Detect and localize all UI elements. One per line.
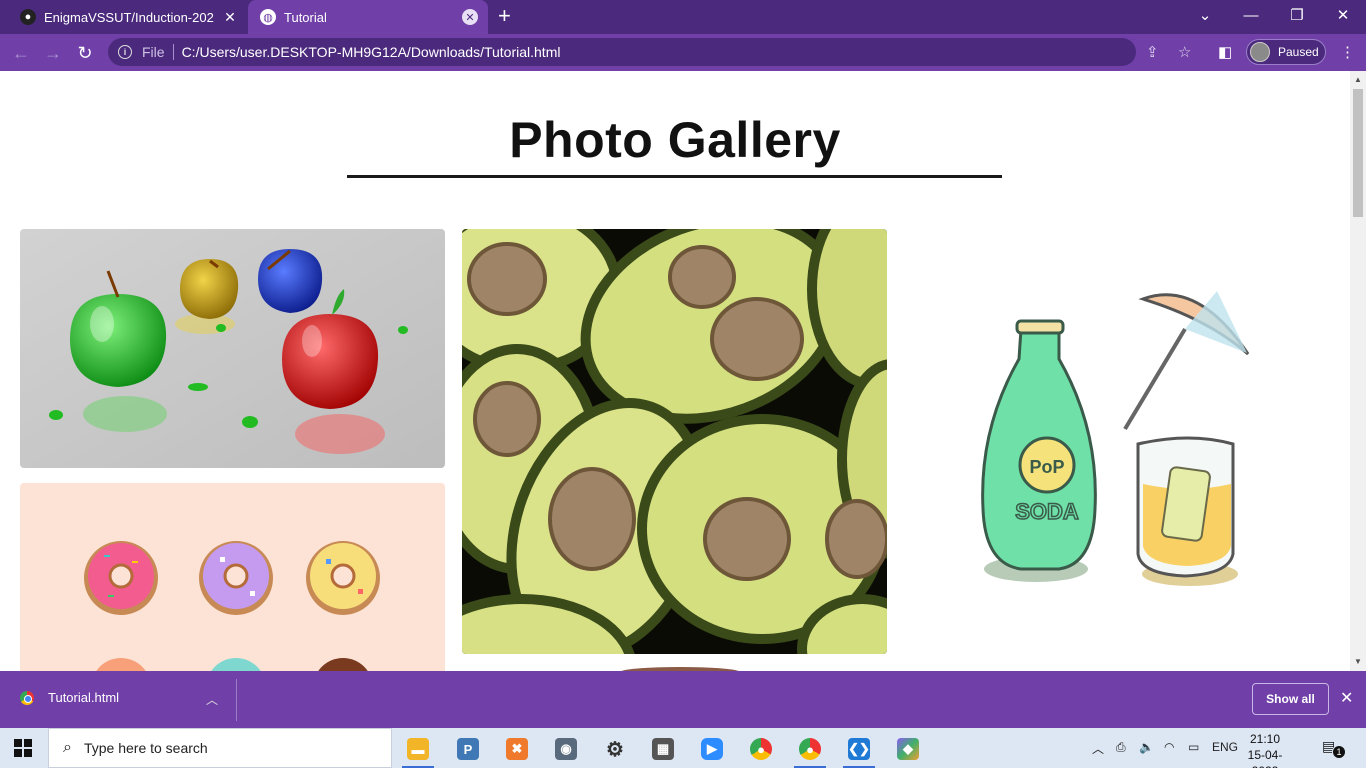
search-icon: ⌕ [63, 739, 72, 756]
svg-text:SODA: SODA [1015, 499, 1079, 524]
close-window-button[interactable]: ✕ [1320, 0, 1366, 30]
chrome-app[interactable]: ● [741, 734, 781, 764]
windows-start-button[interactable] [14, 739, 32, 757]
settings-app[interactable]: ⚙ [595, 734, 635, 764]
folder-icon: ▬ [407, 738, 429, 760]
menu-kebab-icon[interactable]: ⋮ [1340, 43, 1355, 61]
camera-app[interactable]: ◉ [546, 734, 586, 764]
url-scheme-label: File [142, 44, 165, 60]
chrome-file-icon [20, 690, 34, 705]
battery-icon[interactable]: ▭ [1188, 740, 1199, 754]
scroll-up-icon[interactable]: ▲ [1354, 75, 1362, 84]
minimize-button[interactable]: — [1228, 0, 1274, 30]
clock-date: 15-04-2022 [1247, 748, 1283, 768]
gallery-image-avocados[interactable] [462, 229, 887, 654]
xampp-app[interactable]: ✖ [497, 734, 537, 764]
calculator-icon: ▦ [652, 738, 674, 760]
page-scrollbar[interactable]: ▲ ▼ [1350, 71, 1366, 671]
zoom-app[interactable]: ▶ [692, 734, 732, 764]
download-file-name: Tutorial.html [48, 690, 120, 705]
gallery-image-pop-soda[interactable]: PoP SODA [903, 229, 1328, 654]
notification-badge: 1 [1332, 745, 1346, 759]
page-title: Photo Gallery [0, 111, 1350, 169]
address-bar[interactable]: i File C:/Users/user.DESKTOP-MH9G12A/Dow… [108, 38, 1191, 66]
restore-button[interactable]: ❐ [1274, 0, 1320, 30]
divider [172, 44, 174, 60]
back-button[interactable]: ← [8, 40, 34, 66]
url-text[interactable]: C:/Users/user.DESKTOP-MH9G12A/Downloads/… [182, 44, 561, 60]
meet-now-icon[interactable]: ⎙ [1116, 740, 1126, 755]
gallery-image-apples[interactable] [20, 229, 445, 468]
github-icon: ● [20, 9, 36, 25]
chrome-icon: ● [799, 738, 821, 760]
git-app[interactable]: ◆ [888, 734, 928, 764]
info-icon[interactable]: i [118, 45, 132, 59]
title-underline [347, 175, 1002, 178]
avatar [1250, 42, 1270, 62]
show-all-button[interactable]: Show all [1252, 683, 1329, 715]
profile-button[interactable]: Paused [1246, 39, 1326, 65]
tab-strip: ● EnigmaVSSUT/Induction-2022: Er ✕ ◍ Tut… [0, 0, 1366, 34]
tab-label: EnigmaVSSUT/Induction-2022: Er [44, 9, 214, 25]
chrome-icon: ● [750, 738, 772, 760]
notification-center-button[interactable]: ▤ 1 [1322, 738, 1346, 759]
tab-enigma-github[interactable]: ● EnigmaVSSUT/Induction-2022: Er ✕ [8, 0, 248, 34]
close-icon[interactable]: ✕ [462, 9, 478, 25]
page-title-rest: Gallery [667, 112, 841, 168]
reload-button[interactable]: ↻ [72, 40, 98, 66]
profile-status-label: Paused [1278, 45, 1319, 59]
search-placeholder: Type here to search [83, 740, 208, 756]
side-panel-icon[interactable]: ◧ [1218, 43, 1232, 61]
close-icon[interactable]: ✕ [1340, 688, 1353, 708]
bookmark-star-icon[interactable]: ☆ [1178, 43, 1191, 61]
new-tab-button[interactable]: + [498, 5, 511, 27]
close-icon[interactable]: ✕ [222, 9, 238, 25]
globe-icon: ◍ [260, 9, 276, 25]
chevron-up-icon[interactable]: ︿ [1092, 740, 1104, 757]
tab-search-chevron-icon[interactable]: ⌄ [1182, 0, 1228, 30]
volume-icon[interactable]: 🔈 [1139, 740, 1154, 754]
file-explorer-app[interactable]: ▬ [398, 734, 438, 768]
forward-button[interactable]: → [40, 40, 66, 66]
chrome-profile-app[interactable]: ● [790, 734, 830, 768]
language-indicator[interactable]: ENG [1212, 740, 1238, 754]
python-icon: P [457, 738, 479, 760]
divider [236, 679, 237, 721]
svg-text:PoP: PoP [1029, 457, 1064, 477]
windows-taskbar: ⌕ Type here to search ▬ P ✖ ◉ ⚙ ▦ ▶ ● ● … [0, 728, 1366, 768]
gallery-image-donuts[interactable] [20, 483, 445, 671]
browser-toolbar: ← → ↻ i File C:/Users/user.DESKTOP-MH9G1… [0, 34, 1366, 71]
share-icon[interactable]: ⇪ [1146, 43, 1159, 61]
vscode-app[interactable]: ❮❯ [839, 734, 879, 768]
git-icon: ◆ [897, 738, 919, 760]
scrollbar-thumb[interactable] [1353, 89, 1363, 217]
chevron-up-icon[interactable]: ︿ [206, 691, 218, 708]
download-shelf: Tutorial.html ︿ Show all ✕ [0, 671, 1366, 728]
system-clock[interactable]: 21:10 15-04-2022 [1236, 731, 1294, 768]
python-app[interactable]: P [448, 734, 488, 764]
page-viewport: Photo Gallery PoP SODA [0, 71, 1350, 671]
gear-icon: ⚙ [606, 738, 624, 761]
camera-icon: ◉ [555, 738, 577, 760]
vscode-icon: ❮❯ [848, 738, 870, 760]
taskbar-search-box[interactable]: ⌕ Type here to search [48, 728, 392, 768]
clock-time: 21:10 [1249, 732, 1281, 746]
xampp-icon: ✖ [506, 738, 528, 760]
scroll-down-icon[interactable]: ▼ [1354, 657, 1362, 666]
wifi-icon[interactable]: ◠ [1164, 740, 1174, 754]
zoom-icon: ▶ [701, 738, 723, 760]
tab-tutorial[interactable]: ◍ Tutorial ✕ [248, 0, 488, 34]
download-item[interactable]: Tutorial.html [20, 690, 119, 705]
page-title-bold: Photo [509, 112, 654, 168]
calculator-app[interactable]: ▦ [643, 734, 683, 764]
tab-label: Tutorial [284, 9, 327, 25]
